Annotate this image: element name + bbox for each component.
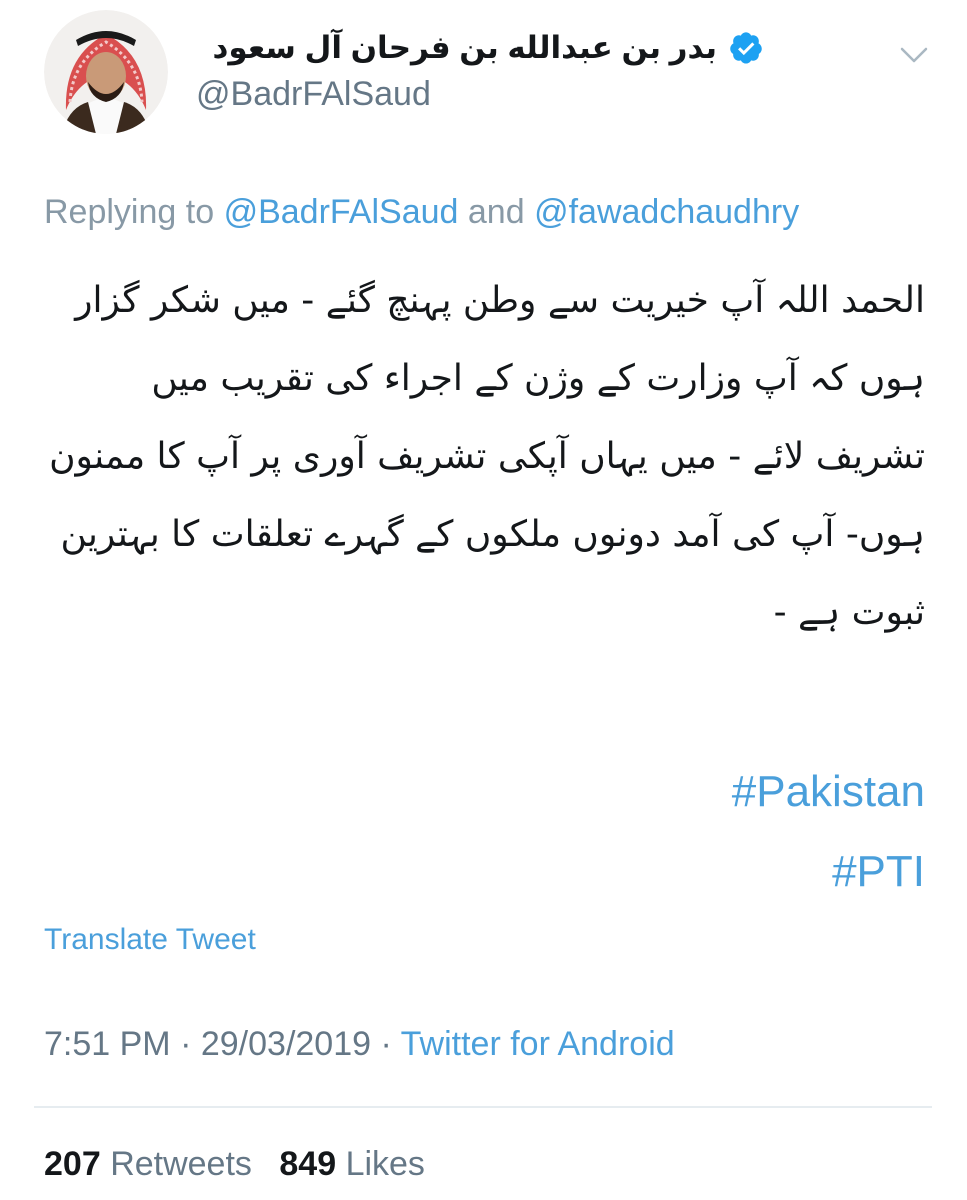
mention-link[interactable]: @fawadchaudhry	[534, 193, 799, 231]
tweet-time[interactable]: 7:51 PM	[44, 1025, 171, 1063]
likes-count: 849	[279, 1145, 337, 1183]
retweets-count: 207	[44, 1145, 101, 1183]
meta-separator: ·	[180, 1025, 192, 1063]
author-handle[interactable]: @BadrFAlSaud	[196, 72, 431, 116]
reply-prefix: Replying to	[44, 193, 215, 231]
reply-context: Replying to @BadrFAlSaud and @fawadchaud…	[44, 190, 799, 234]
hashtag-link[interactable]: #PTI	[732, 832, 925, 912]
translate-tweet-link[interactable]: Translate Tweet	[44, 920, 256, 960]
tweet-stats: 207 Retweets 849 Likes	[44, 1142, 443, 1186]
tweet: بدر بن عبدالله بن فرحان آل سعود @BadrFAl…	[0, 0, 967, 1200]
meta-separator: ·	[380, 1025, 392, 1063]
tweet-meta: 7:51 PM · 29/03/2019 · Twitter for Andro…	[44, 1022, 675, 1066]
verified-badge-icon	[730, 32, 762, 64]
chevron-down-icon[interactable]	[896, 40, 932, 70]
likes-stat[interactable]: 849 Likes	[279, 1145, 425, 1183]
avatar[interactable]	[44, 10, 168, 134]
reply-joiner: and	[467, 193, 525, 231]
hashtag-link[interactable]: #Pakistan	[732, 752, 925, 832]
retweets-label: Retweets	[110, 1145, 252, 1183]
tweet-text: الحمد اللہ آپ خیریت سے وطن پہنچ گئے - می…	[49, 280, 925, 633]
hashtag-list: #Pakistan #PTI	[732, 752, 925, 912]
retweets-stat[interactable]: 207 Retweets	[44, 1145, 252, 1183]
tweet-source-link[interactable]: Twitter for Android	[401, 1025, 675, 1063]
tweet-date[interactable]: 29/03/2019	[201, 1025, 371, 1063]
mention-link[interactable]: @BadrFAlSaud	[224, 193, 459, 231]
display-name[interactable]: بدر بن عبدالله بن فرحان آل سعود	[213, 28, 717, 68]
likes-label: Likes	[345, 1145, 425, 1183]
divider	[34, 1106, 932, 1108]
